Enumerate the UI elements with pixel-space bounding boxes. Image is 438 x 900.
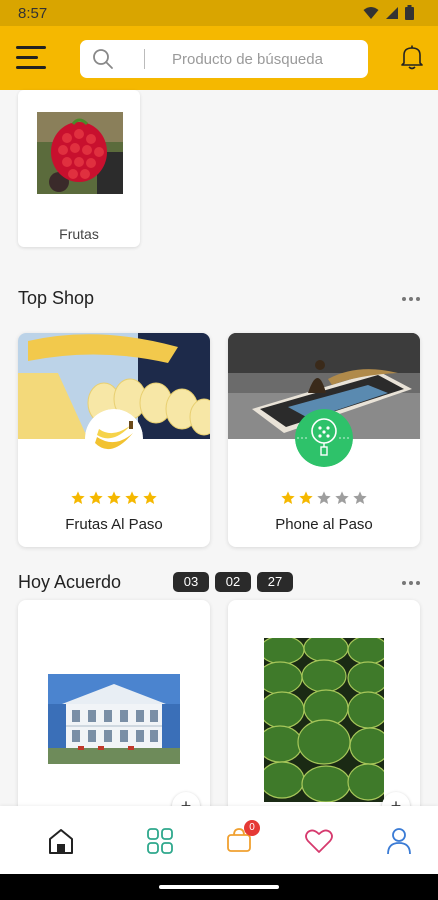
shop-card-phone[interactable]: Phone al Paso bbox=[228, 333, 420, 547]
signal-icon bbox=[386, 6, 398, 19]
section-title-top-shop: Top Shop bbox=[18, 288, 95, 308]
notification-bell-icon[interactable] bbox=[400, 44, 424, 70]
app-header: 8:57 bbox=[0, 0, 438, 90]
star-filled-icon bbox=[125, 491, 139, 504]
search-icon bbox=[93, 49, 113, 69]
status-time: 8:57 bbox=[18, 5, 48, 22]
battery-icon bbox=[405, 5, 414, 20]
raspberry-photo bbox=[37, 112, 123, 194]
rating-stars bbox=[18, 490, 210, 506]
star-empty-icon bbox=[353, 491, 367, 504]
banana-logo-icon bbox=[85, 409, 143, 467]
deal-card[interactable]: + bbox=[18, 600, 210, 820]
star-empty-icon bbox=[317, 491, 331, 504]
watermelon-photo bbox=[264, 638, 384, 802]
star-filled-icon bbox=[71, 491, 85, 504]
timer-seconds: 27 bbox=[257, 572, 293, 592]
more-options-icon[interactable] bbox=[402, 577, 420, 589]
wifi-icon bbox=[363, 6, 379, 19]
house-photo bbox=[48, 674, 180, 764]
system-gesture-bar bbox=[0, 874, 438, 900]
menu-line bbox=[16, 66, 46, 69]
menu-button[interactable] bbox=[16, 44, 46, 72]
search-input[interactable] bbox=[172, 40, 362, 78]
section-title-deals: Hoy Acuerdo bbox=[18, 572, 122, 592]
timer-minutes: 02 bbox=[215, 572, 251, 592]
star-filled-icon bbox=[107, 491, 121, 504]
home-icon[interactable] bbox=[46, 826, 76, 856]
star-filled-icon bbox=[281, 491, 295, 504]
menu-line bbox=[16, 56, 38, 59]
category-card-frutas[interactable]: Frutas bbox=[18, 90, 140, 247]
user-icon[interactable] bbox=[384, 826, 414, 856]
star-filled-icon bbox=[89, 491, 103, 504]
search-bar[interactable] bbox=[80, 40, 368, 78]
rating-stars bbox=[228, 490, 420, 506]
deal-card[interactable]: + bbox=[228, 600, 420, 820]
heart-icon[interactable] bbox=[304, 826, 334, 856]
cart-button[interactable]: 0 bbox=[226, 820, 260, 856]
shop-name: Frutas Al Paso bbox=[65, 516, 163, 533]
star-empty-icon bbox=[335, 491, 349, 504]
category-label: Frutas bbox=[59, 226, 99, 242]
cart-count-badge: 0 bbox=[244, 820, 260, 836]
deal-countdown-timer: 03 02 27 bbox=[173, 572, 293, 592]
status-icons bbox=[363, 5, 414, 20]
star-filled-icon bbox=[299, 491, 313, 504]
timer-hours: 03 bbox=[173, 572, 209, 592]
shop-card-frutas[interactable]: Frutas Al Paso bbox=[18, 333, 210, 547]
grid-icon[interactable] bbox=[145, 826, 175, 856]
bottom-navigation: 0 bbox=[0, 806, 438, 874]
more-options-icon[interactable] bbox=[402, 293, 420, 305]
phone-store-logo-icon bbox=[295, 409, 353, 467]
home-indicator[interactable] bbox=[159, 885, 279, 889]
search-divider bbox=[144, 49, 145, 69]
shop-name: Phone al Paso bbox=[275, 516, 373, 533]
menu-line bbox=[16, 46, 46, 49]
status-bar: 8:57 bbox=[0, 0, 438, 26]
star-filled-icon bbox=[143, 491, 157, 504]
